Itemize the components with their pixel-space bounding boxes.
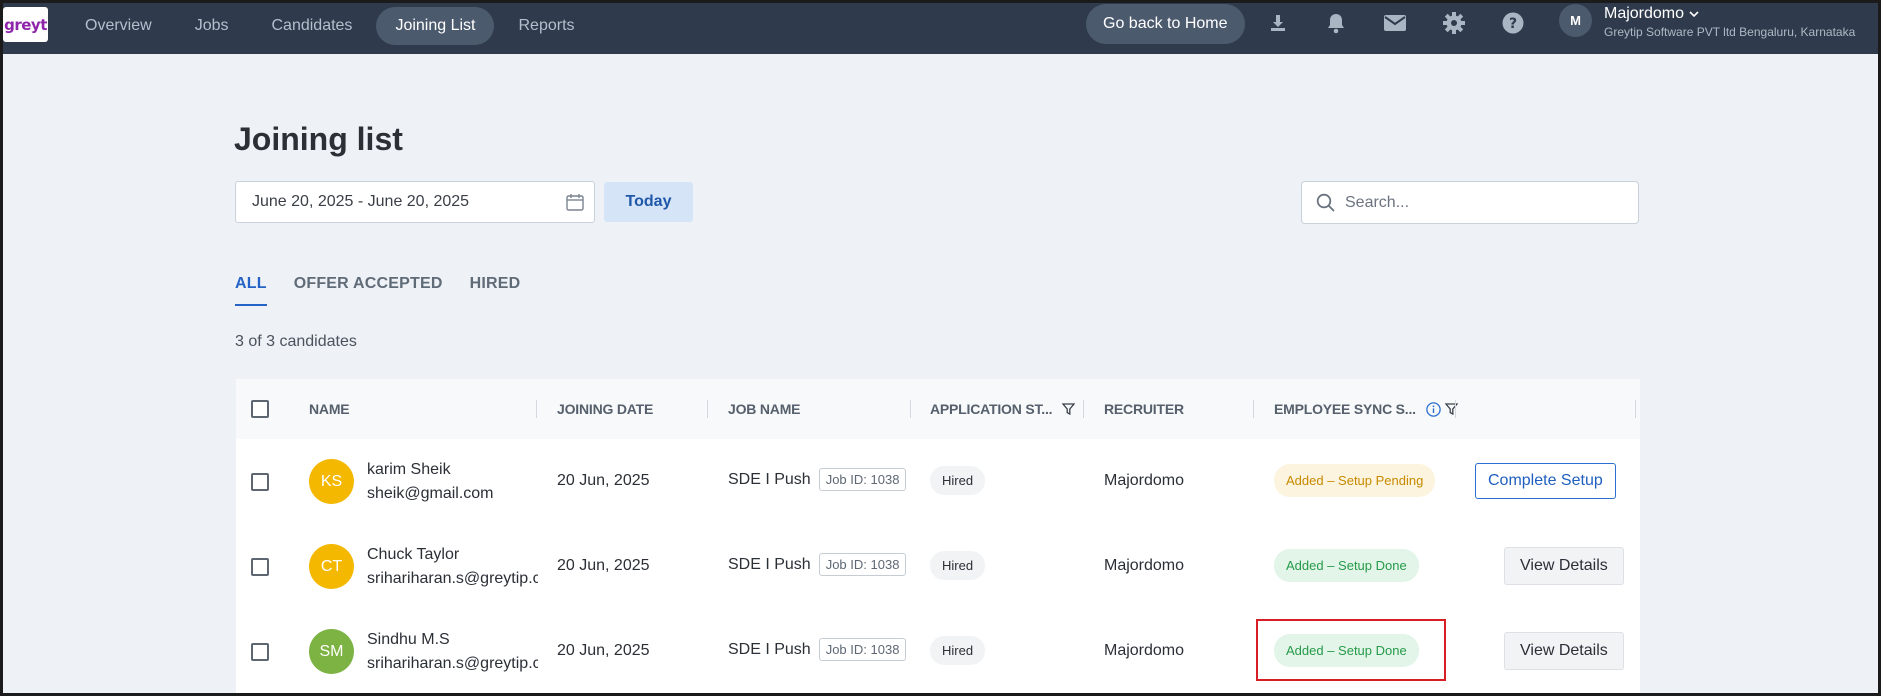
table-row[interactable]: CT Chuck Taylor srihariharan.s@greytip.c… <box>236 524 1640 609</box>
svg-text:?: ? <box>1509 16 1517 32</box>
job-cell: SDE I Push Job ID: 1038 <box>728 638 907 661</box>
nav-candidates[interactable]: Candidates <box>252 7 371 45</box>
sync-cell: Added – Setup Done <box>1274 634 1419 667</box>
sync-status-badge: Added – Setup Done <box>1274 549 1419 582</box>
job-id-badge: Job ID: 1038 <box>818 638 907 661</box>
status-cell: Hired <box>930 466 986 495</box>
mail-icon[interactable] <box>1383 11 1407 35</box>
top-navbar: greyt Overview Jobs Candidates Joining L… <box>0 0 1881 54</box>
column-divider[interactable] <box>1635 400 1636 418</box>
sync-cell: Added – Setup Pending <box>1274 464 1436 497</box>
company-logo[interactable]: greyt <box>3 7 48 42</box>
status-badge: Hired <box>930 466 986 495</box>
status-badge: Hired <box>930 551 986 580</box>
date-range-value: June 20, 2025 - June 20, 2025 <box>252 193 470 210</box>
help-icon[interactable]: ? <box>1501 11 1525 35</box>
table-row[interactable]: KS karim Sheik sheik@gmail.com 20 Jun, 2… <box>236 439 1640 524</box>
status-badge: Hired <box>930 636 986 665</box>
today-button[interactable]: Today <box>604 182 693 222</box>
sync-cell: Added – Setup Done <box>1274 549 1419 582</box>
candidate-email: sheik@gmail.com <box>367 485 494 502</box>
select-all-checkbox[interactable] <box>251 400 269 418</box>
candidate-name[interactable]: Sindhu M.S <box>367 631 450 649</box>
nav-jobs[interactable]: Jobs <box>176 7 248 45</box>
column-header-joining-date[interactable]: JOINING DATE <box>557 379 653 439</box>
row-checkbox[interactable] <box>251 558 269 576</box>
job-name: SDE I Push <box>728 640 811 658</box>
candidate-email: srihariharan.s@greytip.com <box>367 570 538 587</box>
user-organization: Greytip Software PVT ltd Bengaluru, Karn… <box>1604 25 1856 39</box>
download-icon[interactable] <box>1266 11 1290 35</box>
joining-date: 20 Jun, 2025 <box>557 642 650 659</box>
status-cell: Hired <box>930 636 986 665</box>
complete-setup-button[interactable]: Complete Setup <box>1475 463 1616 499</box>
sync-status-badge: Added – Setup Pending <box>1274 464 1436 497</box>
search-input[interactable] <box>1345 193 1615 212</box>
column-header-application-status[interactable]: APPLICATION ST... <box>930 379 1076 439</box>
tab-all[interactable]: ALL <box>235 275 267 306</box>
row-checkbox[interactable] <box>251 643 269 661</box>
recruiter-name: Majordomo <box>1104 557 1185 574</box>
column-divider[interactable] <box>910 400 911 418</box>
nav-reports[interactable]: Reports <box>499 7 593 45</box>
joining-date: 20 Jun, 2025 <box>557 557 650 574</box>
gear-icon[interactable] <box>1442 11 1466 35</box>
column-header-job-name[interactable]: JOB NAME <box>728 379 800 439</box>
go-back-home-button[interactable]: Go back to Home <box>1086 4 1245 44</box>
nav-joining-list[interactable]: Joining List <box>376 7 495 45</box>
date-range-picker[interactable]: June 20, 2025 - June 20, 2025 <box>235 181 595 223</box>
job-cell: SDE I Push Job ID: 1038 <box>728 468 907 491</box>
search-icon <box>1316 193 1335 212</box>
recruiter-name: Majordomo <box>1104 642 1185 659</box>
column-header-employee-sync-status[interactable]: EMPLOYEE SYNC S... <box>1274 379 1458 439</box>
user-avatar[interactable]: M <box>1559 4 1592 37</box>
page-title: Joining list <box>234 121 403 157</box>
row-checkbox[interactable] <box>251 473 269 491</box>
sync-status-badge: Added – Setup Done <box>1274 634 1419 667</box>
column-divider[interactable] <box>1253 400 1254 418</box>
calendar-icon[interactable] <box>566 193 584 216</box>
user-name: Majordomo <box>1604 5 1685 22</box>
candidate-email: srihariharan.s@greytip.com <box>367 655 538 672</box>
candidate-name[interactable]: Chuck Taylor <box>367 546 459 564</box>
filter-icon[interactable] <box>1062 402 1076 416</box>
job-name: SDE I Push <box>728 470 811 488</box>
job-id-badge: Job ID: 1038 <box>818 468 907 491</box>
column-header-name[interactable]: NAME <box>309 379 350 439</box>
column-divider[interactable] <box>1083 400 1084 418</box>
joining-date: 20 Jun, 2025 <box>557 472 650 489</box>
candidate-name[interactable]: karim Sheik <box>367 461 451 479</box>
table-row[interactable]: SM Sindhu M.S srihariharan.s@greytip.com… <box>236 609 1640 694</box>
employee-sync-label: EMPLOYEE SYNC S... <box>1274 401 1416 417</box>
candidate-count: 3 of 3 candidates <box>235 333 357 350</box>
user-menu[interactable]: Majordomo <box>1604 5 1699 23</box>
avatar: CT <box>309 544 354 589</box>
view-details-button[interactable]: View Details <box>1504 547 1624 585</box>
tab-offer-accepted[interactable]: OFFER ACCEPTED <box>294 275 443 306</box>
nav-overview[interactable]: Overview <box>66 7 171 45</box>
avatar: KS <box>309 459 354 504</box>
joining-list-table: NAME JOINING DATE JOB NAME APPLICATION S… <box>236 379 1640 694</box>
candidate-tabs: ALL OFFER ACCEPTED HIRED <box>235 275 547 306</box>
column-divider[interactable] <box>707 400 708 418</box>
status-cell: Hired <box>930 551 986 580</box>
chevron-down-icon <box>1689 10 1699 18</box>
column-divider[interactable] <box>536 400 537 418</box>
job-id-badge: Job ID: 1038 <box>818 553 907 576</box>
recruiter-name: Majordomo <box>1104 472 1185 489</box>
application-status-label: APPLICATION ST... <box>930 401 1053 417</box>
tab-hired[interactable]: HIRED <box>470 275 521 306</box>
job-name: SDE I Push <box>728 555 811 573</box>
table-header: NAME JOINING DATE JOB NAME APPLICATION S… <box>236 379 1640 439</box>
job-cell: SDE I Push Job ID: 1038 <box>728 553 907 576</box>
view-details-button[interactable]: View Details <box>1504 632 1624 670</box>
search-box[interactable] <box>1301 181 1639 224</box>
main-nav: Overview Jobs Candidates Joining List Re… <box>66 7 599 45</box>
bell-icon[interactable] <box>1324 11 1348 35</box>
avatar: SM <box>309 629 354 674</box>
info-icon[interactable] <box>1426 401 1441 417</box>
column-header-recruiter[interactable]: RECRUITER <box>1104 379 1184 439</box>
column-divider[interactable] <box>1455 400 1456 418</box>
